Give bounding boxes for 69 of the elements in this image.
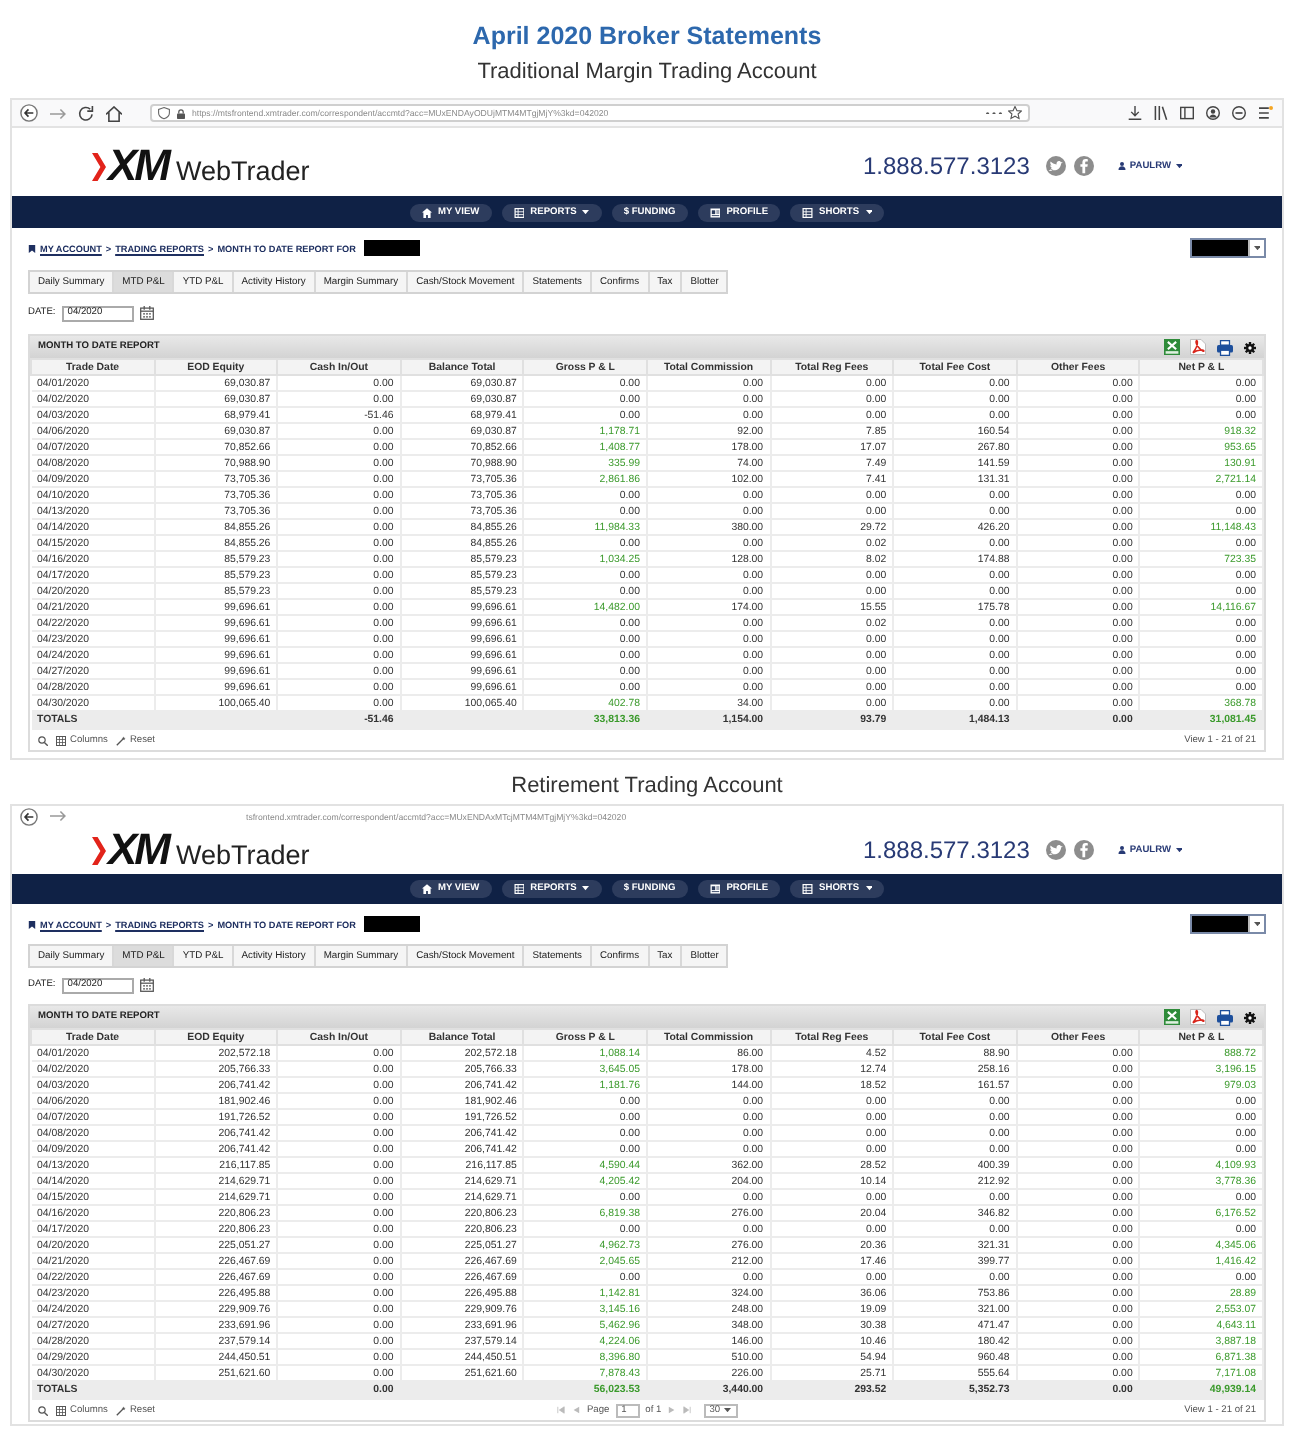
wand-icon xyxy=(115,1405,126,1415)
forward-icon[interactable] xyxy=(50,808,66,824)
caret-icon xyxy=(582,209,590,215)
back-icon[interactable] xyxy=(20,807,38,825)
grid-icon xyxy=(56,1405,66,1415)
table-icon xyxy=(513,207,525,217)
print-icon[interactable] xyxy=(1216,1009,1234,1025)
account-select[interactable] xyxy=(1190,914,1266,934)
back-icon[interactable] xyxy=(20,104,38,122)
reload-icon[interactable] xyxy=(78,105,94,121)
redacted-block xyxy=(1192,916,1248,932)
table-icon xyxy=(513,884,525,894)
logo: XM WebTrader xyxy=(92,146,310,186)
id-card-icon xyxy=(709,884,721,894)
account-heading: Retirement Trading Account xyxy=(511,772,783,800)
caret-icon xyxy=(865,209,873,215)
minus-circle-icon[interactable] xyxy=(1232,106,1246,120)
books-icon[interactable] xyxy=(1154,106,1168,120)
lock-icon xyxy=(176,107,186,119)
menu-icon[interactable] xyxy=(1258,106,1274,120)
bookmark-icon xyxy=(28,919,36,929)
bird-icon[interactable] xyxy=(1045,840,1066,860)
download-icon[interactable] xyxy=(1128,106,1142,120)
settings-icon[interactable] xyxy=(1244,1011,1256,1023)
sidebar-icon[interactable] xyxy=(1180,106,1194,120)
calendar-icon[interactable] xyxy=(139,306,154,320)
settings-icon[interactable] xyxy=(1244,341,1256,353)
caret-icon xyxy=(865,886,873,892)
star-icon[interactable] xyxy=(1008,106,1022,120)
home-icon xyxy=(421,207,432,217)
profile-circle-icon[interactable] xyxy=(1206,106,1220,120)
spreadsheet-icon[interactable] xyxy=(1164,1008,1180,1026)
wand-icon xyxy=(115,735,126,745)
redacted-block xyxy=(1192,240,1248,256)
calendar-icon[interactable] xyxy=(139,978,154,992)
caret-icon xyxy=(1253,245,1261,251)
caret-icon xyxy=(582,886,590,892)
phone-number: 1.888.577.3123 xyxy=(862,152,1030,180)
letter-f-icon[interactable] xyxy=(1073,840,1094,860)
person-icon xyxy=(1117,846,1126,854)
redacted-block xyxy=(363,916,420,932)
home-icon xyxy=(421,884,432,894)
caret-icon xyxy=(1175,163,1182,169)
logo: XM WebTrader xyxy=(92,830,310,870)
shield-icon xyxy=(158,106,170,120)
account-select[interactable] xyxy=(1190,238,1266,258)
person-icon xyxy=(1117,162,1126,170)
id-card-icon xyxy=(709,207,721,217)
bookmark-icon xyxy=(28,243,36,253)
home-icon[interactable] xyxy=(106,105,122,121)
bird-icon[interactable] xyxy=(1045,156,1066,176)
print-icon[interactable] xyxy=(1216,339,1234,355)
grid-icon xyxy=(56,735,66,745)
search-icon[interactable] xyxy=(38,1405,48,1415)
pdf-icon[interactable] xyxy=(1190,338,1206,356)
forward-icon[interactable] xyxy=(50,105,66,121)
redacted-block xyxy=(363,240,420,256)
spreadsheet-icon[interactable] xyxy=(1164,338,1180,356)
search-icon[interactable] xyxy=(38,735,48,745)
caret-icon xyxy=(1175,847,1182,853)
caret-icon xyxy=(1253,921,1261,927)
account-heading: Traditional Margin Trading Account xyxy=(477,58,817,86)
pdf-icon[interactable] xyxy=(1190,1008,1206,1026)
phone-number: 1.888.577.3123 xyxy=(862,836,1030,864)
page-title: April 2020 Broker Statements xyxy=(472,22,822,52)
caret-icon xyxy=(724,1407,732,1413)
letter-f-icon[interactable] xyxy=(1073,156,1094,176)
table-icon xyxy=(802,207,814,217)
table-icon xyxy=(802,884,814,894)
